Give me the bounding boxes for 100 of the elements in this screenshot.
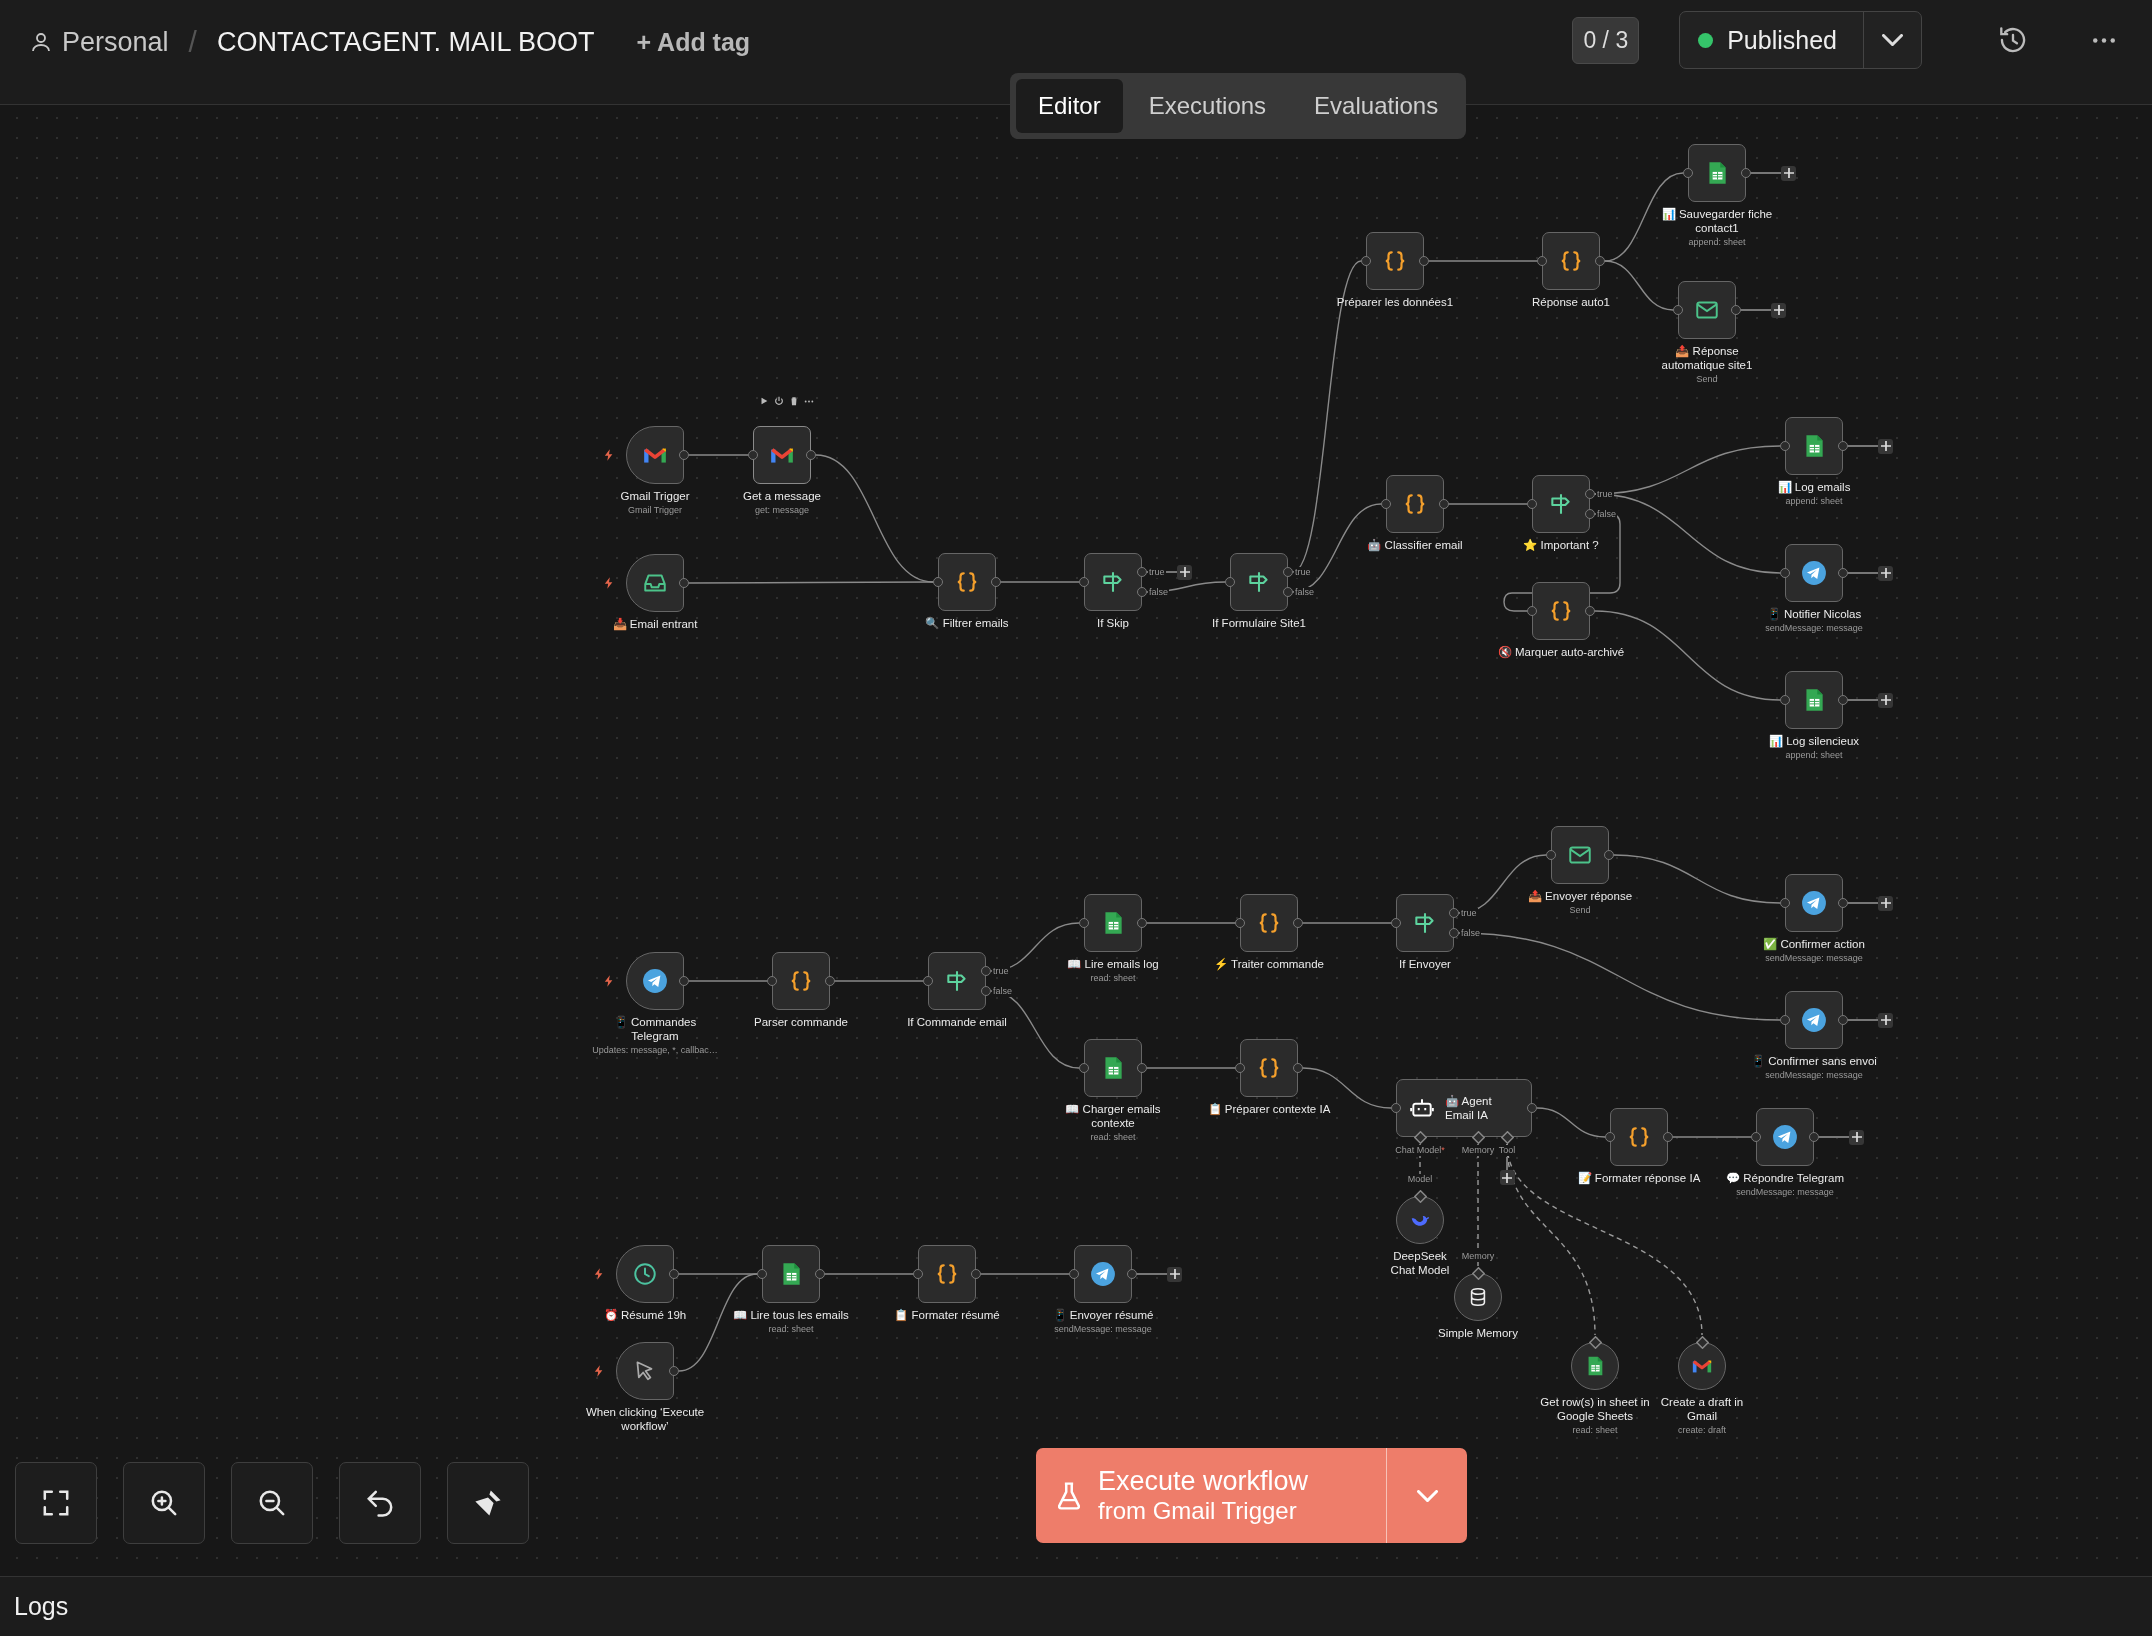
workflow-node[interactable] [616, 1245, 674, 1303]
workflow-node[interactable] [1396, 894, 1454, 952]
add-node-button[interactable] [1878, 565, 1893, 581]
agent-node[interactable]: 🤖 Agent Email IA [1396, 1079, 1532, 1137]
sub-node[interactable] [1678, 1342, 1726, 1390]
output-handle[interactable] [1731, 305, 1741, 315]
input-handle[interactable] [1391, 918, 1401, 928]
add-node-button[interactable] [1167, 1266, 1182, 1282]
connection-line[interactable] [990, 922, 1080, 972]
output-handle[interactable] [1741, 168, 1751, 178]
output-handle[interactable] [1293, 918, 1303, 928]
input-handle[interactable] [1527, 606, 1537, 616]
project-link[interactable]: Personal [62, 26, 169, 58]
workflow-node[interactable] [1785, 671, 1843, 729]
input-handle[interactable] [1381, 499, 1391, 509]
input-handle[interactable] [1079, 1063, 1089, 1073]
connection-line[interactable] [1594, 493, 1781, 574]
workflow-node[interactable] [1230, 553, 1288, 611]
sub-node[interactable] [1396, 1196, 1444, 1244]
workflow-node[interactable] [616, 1342, 674, 1400]
workflow-node[interactable] [772, 952, 830, 1010]
connector-handle[interactable] [1500, 1130, 1514, 1144]
zoom-out-button[interactable] [231, 1462, 313, 1544]
output-handle[interactable] [1663, 1132, 1673, 1142]
output-handle[interactable] [1604, 850, 1614, 860]
input-handle[interactable] [1235, 918, 1245, 928]
add-node-button[interactable] [1771, 302, 1786, 318]
input-handle[interactable] [1225, 577, 1235, 587]
input-handle[interactable] [933, 577, 943, 587]
connection-line[interactable] [1536, 1107, 1606, 1138]
output-handle[interactable] [1838, 568, 1848, 578]
workflow-node[interactable] [753, 426, 811, 484]
input-handle[interactable] [1391, 1103, 1401, 1113]
more-button[interactable] [2092, 37, 2116, 43]
workflow-node[interactable] [1074, 1245, 1132, 1303]
view-tab[interactable]: Editor [1016, 79, 1123, 133]
connector-handle[interactable] [1471, 1266, 1485, 1280]
undo-button[interactable] [339, 1462, 421, 1544]
more-icon[interactable] [804, 399, 814, 403]
input-handle[interactable] [1780, 695, 1790, 705]
connection-line[interactable] [688, 581, 934, 584]
output-handle[interactable] [1809, 1132, 1819, 1142]
view-tab[interactable]: Executions [1126, 79, 1289, 133]
output-handle[interactable] [1439, 499, 1449, 509]
sub-node[interactable] [1571, 1342, 1619, 1390]
input-handle[interactable] [1069, 1269, 1079, 1279]
workflow-node[interactable] [626, 426, 684, 484]
workflow-node[interactable] [1532, 582, 1590, 640]
output-handle[interactable] [1838, 898, 1848, 908]
connector-handle[interactable] [1695, 1335, 1709, 1349]
output-handle[interactable] [806, 450, 816, 460]
input-handle[interactable] [1605, 1132, 1615, 1142]
input-handle[interactable] [748, 450, 758, 460]
add-node-button[interactable] [1878, 438, 1893, 454]
workflow-node[interactable] [1240, 1039, 1298, 1097]
output-handle[interactable] [1293, 1063, 1303, 1073]
history-button[interactable] [2000, 27, 2026, 53]
workflow-node[interactable] [1084, 553, 1142, 611]
add-node-button[interactable] [1849, 1129, 1864, 1145]
output-handle[interactable] [679, 450, 689, 460]
zoom-in-button[interactable] [123, 1462, 205, 1544]
workflow-node[interactable] [1084, 894, 1142, 952]
output-handle[interactable] [1127, 1269, 1137, 1279]
workflow-node[interactable] [1785, 544, 1843, 602]
workflow-node[interactable] [918, 1245, 976, 1303]
output-handle[interactable] [1137, 1063, 1147, 1073]
workflow-node[interactable] [1542, 232, 1600, 290]
connector-handle[interactable] [1588, 1335, 1602, 1349]
output-handle[interactable] [1585, 606, 1595, 616]
input-handle[interactable] [1361, 256, 1371, 266]
output-handle[interactable] [679, 976, 689, 986]
output-handle[interactable] [669, 1269, 679, 1279]
power-icon[interactable] [774, 396, 784, 406]
workflow-node[interactable] [1610, 1108, 1668, 1166]
workflow-node[interactable] [1785, 417, 1843, 475]
output-handle[interactable] [1838, 1015, 1848, 1025]
workflow-node[interactable] [1756, 1108, 1814, 1166]
output-handle[interactable] [1527, 1103, 1537, 1113]
connection-line[interactable] [1477, 1143, 1479, 1267]
sub-node[interactable] [1454, 1273, 1502, 1321]
input-handle[interactable] [1235, 1063, 1245, 1073]
output-handle[interactable] [971, 1269, 981, 1279]
output-handle[interactable] [1838, 441, 1848, 451]
output-handle[interactable] [669, 1366, 679, 1376]
workflow-node[interactable] [928, 952, 986, 1010]
output-handle[interactable] [1419, 256, 1429, 266]
connector-handle[interactable] [1413, 1189, 1427, 1203]
input-handle[interactable] [1683, 168, 1693, 178]
input-handle[interactable] [1079, 577, 1089, 587]
add-tag-link[interactable]: + Add tag [636, 27, 751, 57]
input-handle[interactable] [1780, 898, 1790, 908]
fit-view-button[interactable] [15, 1462, 97, 1544]
workflow-node[interactable] [1785, 991, 1843, 1049]
input-handle[interactable] [1751, 1132, 1761, 1142]
workflow-node[interactable] [1366, 232, 1424, 290]
output-handle[interactable] [679, 578, 689, 588]
view-tab[interactable]: Evaluations [1292, 79, 1461, 133]
play-icon[interactable] [759, 396, 769, 406]
input-handle[interactable] [1673, 305, 1683, 315]
output-handle[interactable] [1838, 695, 1848, 705]
